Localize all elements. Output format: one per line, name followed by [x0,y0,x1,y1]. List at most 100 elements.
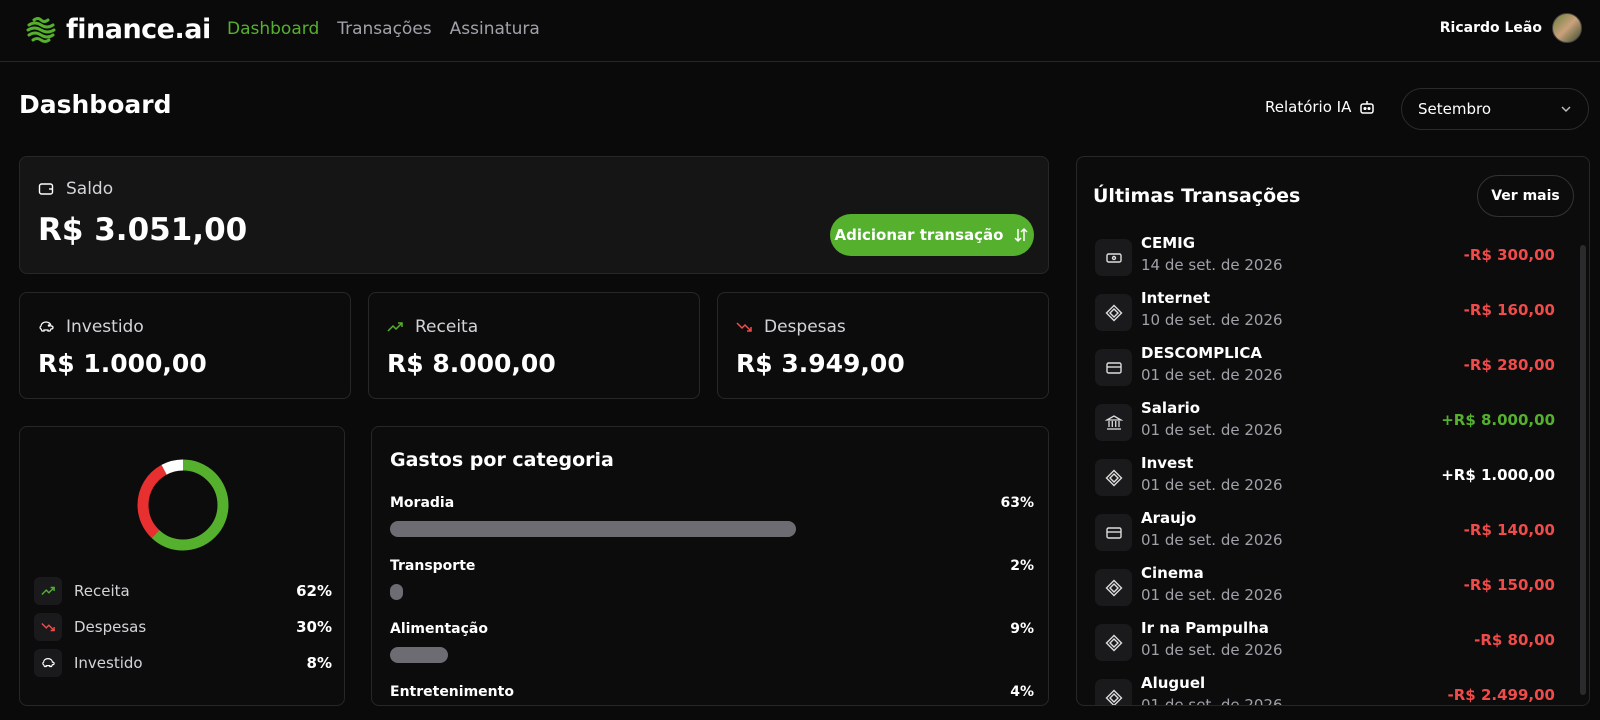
user-menu[interactable]: Ricardo Leão [1440,13,1582,43]
transaction-amount: +R$ 8.000,00 [1441,411,1555,429]
transaction-name: Salario [1141,399,1201,417]
balance-label-row: Saldo [38,179,113,199]
transaction-row[interactable]: Salario 01 de set. de 2026 +R$ 8.000,00 [1093,399,1555,449]
transaction-date: 01 de set. de 2026 [1141,476,1283,494]
category-row: Alimentação 9% [390,621,1034,663]
pix-icon [1095,624,1132,661]
pix-icon [1095,679,1132,705]
income-label: Receita [415,317,479,337]
transaction-date: 01 de set. de 2026 [1141,421,1283,439]
transaction-row[interactable]: Araujo 01 de set. de 2026 -R$ 140,00 [1093,509,1555,559]
transaction-date: 14 de set. de 2026 [1141,256,1283,274]
expenses-value: R$ 3.949,00 [736,349,905,378]
transaction-name: Ir na Pampulha [1141,619,1269,637]
invested-card: Investido R$ 1.000,00 [19,292,351,399]
ai-report-label: Relatório IA [1265,98,1352,116]
category-label: Moradia [390,495,455,511]
nav-link-dashboard[interactable]: Dashboard [227,19,319,39]
transaction-amount: -R$ 150,00 [1463,576,1555,594]
trending-down-icon [34,613,62,641]
page-title: Dashboard [19,90,172,119]
transaction-row[interactable]: Ir na Pampulha 01 de set. de 2026 -R$ 80,0… [1093,619,1555,669]
income-value: R$ 8.000,00 [387,349,556,378]
category-bar [390,584,403,600]
expenses-label-row: Despesas [736,317,846,337]
legend-pct: 62% [296,582,332,600]
trending-down-icon [736,322,752,332]
legend-label: Despesas [74,618,147,636]
category-row: Transporte 2% [390,558,1034,600]
transaction-amount: -R$ 80,00 [1474,631,1555,649]
chevron-down-icon [1561,106,1571,113]
transaction-row[interactable]: Aluguel 01 de set. de 2026 -R$ 2.499,00 [1093,674,1555,706]
category-bar-track [390,521,796,537]
category-label: Entretenimento [390,684,514,700]
transaction-row[interactable]: Internet 10 de set. de 2026 -R$ 160,00 [1093,289,1555,339]
transaction-amount: -R$ 280,00 [1463,356,1555,374]
category-percent: 4% [1010,684,1034,700]
nav-links: Dashboard Transações Assinatura [227,19,540,39]
category-label: Alimentação [390,621,488,637]
bank-icon [1095,404,1132,441]
transaction-name: Invest [1141,454,1194,472]
expenses-label: Despesas [764,317,846,337]
see-more-button[interactable]: Ver mais [1477,175,1574,217]
trending-up-icon [387,322,403,332]
add-transaction-button[interactable]: Adicionar transação [830,214,1034,256]
piggy-bank-icon [39,321,54,332]
avatar[interactable] [1552,13,1582,43]
transaction-amount: -R$ 140,00 [1463,521,1555,539]
balance-value: R$ 3.051,00 [38,212,248,248]
month-select-value: Setembro [1418,100,1492,118]
income-card: Receita R$ 8.000,00 [368,292,700,399]
pix-icon [1095,459,1132,496]
transaction-amount: +R$ 1.000,00 [1441,466,1555,484]
wallet-icon [38,183,54,195]
invested-label-row: Investido [38,317,144,337]
transaction-name: DESCOMPLICA [1141,344,1262,362]
expenses-card: Despesas R$ 3.949,00 [717,292,1049,399]
credit-card-icon [1095,349,1132,386]
transaction-name: Cinema [1141,564,1204,582]
bot-icon [1360,101,1375,114]
spending-by-category-card: Gastos por categoria Moradia 63% Transport… [371,426,1049,706]
recent-transactions-card: Últimas Transações Ver mais CEMIG 14 de s… [1076,156,1590,706]
category-percent: 2% [1010,558,1034,574]
top-navbar: finance.ai Dashboard Transações Assinatu… [0,0,1600,62]
transaction-name: Araujo [1141,509,1197,527]
transaction-date: 01 de set. de 2026 [1141,641,1283,659]
transaction-row[interactable]: CEMIG 14 de set. de 2026 -R$ 300,00 [1093,234,1555,284]
category-bar-track [390,647,796,663]
scrollbar[interactable] [1580,245,1586,695]
transaction-amount: -R$ 300,00 [1463,246,1555,264]
legend-item-income: Receita 62% [34,577,332,605]
category-percent: 63% [1000,495,1034,511]
pix-icon [1095,569,1132,606]
trending-up-icon [34,577,62,605]
transaction-row[interactable]: Invest 01 de set. de 2026 +R$ 1.000,00 [1093,454,1555,504]
legend-pct: 30% [296,618,332,636]
ai-report-button[interactable]: Relatório IA [1265,98,1375,116]
transaction-date: 01 de set. de 2026 [1141,366,1283,384]
transaction-amount: -R$ 2.499,00 [1447,686,1555,704]
balance-card: Saldo R$ 3.051,00 Adicionar transação [19,156,1049,274]
legend-label: Receita [74,582,130,600]
legend-item-invested: Investido 8% [34,649,332,677]
category-title: Gastos por categoria [390,449,614,471]
user-name: Ricardo Leão [1439,20,1542,36]
category-bar [390,647,448,663]
transaction-date: 01 de set. de 2026 [1141,696,1283,706]
nav-link-transacoes[interactable]: Transações [337,19,431,39]
transaction-name: Internet [1141,289,1211,307]
arrow-up-down-icon [1014,227,1029,243]
logo-icon [26,16,56,43]
transaction-row[interactable]: Cinema 01 de set. de 2026 -R$ 150,00 [1093,564,1555,614]
donut-chart [137,459,229,551]
transaction-name: Aluguel [1141,674,1206,692]
transaction-date: 01 de set. de 2026 [1141,586,1283,604]
invested-value: R$ 1.000,00 [38,349,207,378]
transaction-row[interactable]: DESCOMPLICA 01 de set. de 2026 -R$ 280,00 [1093,344,1555,394]
month-select[interactable]: Setembro [1401,88,1589,130]
nav-link-assinatura[interactable]: Assinatura [450,19,540,39]
logo[interactable]: finance.ai [26,14,211,45]
